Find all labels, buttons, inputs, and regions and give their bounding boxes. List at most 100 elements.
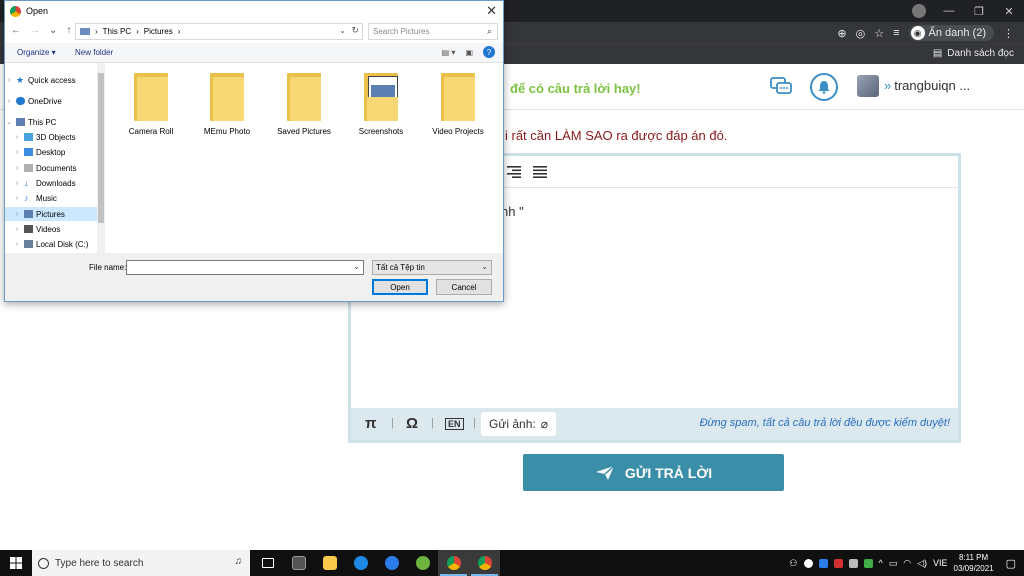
- slogan: để có câu trả lời hay!: [510, 81, 641, 96]
- submit-answer-button[interactable]: GỬI TRẢ LỜI: [523, 454, 784, 491]
- window-controls: — ❐ ✕: [934, 0, 1024, 22]
- justify-icon[interactable]: [533, 166, 547, 178]
- breadcrumb-pictures[interactable]: Pictures: [144, 27, 173, 36]
- cancel-button[interactable]: Cancel: [436, 279, 492, 295]
- user-menu[interactable]: » trangbuiqn ...: [884, 78, 970, 93]
- open-button[interactable]: Open: [372, 279, 428, 295]
- microphone-icon[interactable]: ♫: [235, 556, 243, 567]
- messenger-icon[interactable]: [803, 558, 813, 568]
- pc-icon: [16, 118, 25, 126]
- profile-button[interactable]: ◉ Ẩn danh (2): [908, 25, 994, 41]
- minimize-button[interactable]: —: [934, 0, 964, 22]
- editor-content[interactable]: nh ": [501, 204, 524, 219]
- volume-icon[interactable]: ◁): [917, 558, 927, 569]
- tree-item-local-disk[interactable]: › Local Disk (C:): [5, 237, 97, 251]
- chevron-down-icon[interactable]: ⌄: [353, 262, 360, 271]
- refresh-icon[interactable]: ↻: [351, 25, 359, 36]
- edge-icon[interactable]: [345, 550, 376, 576]
- filetype-select[interactable]: Tất cả Tệp tin ⌄: [372, 260, 492, 275]
- menu-kebab-icon[interactable]: ⋮: [1003, 27, 1014, 40]
- disk-icon: [24, 240, 33, 248]
- close-window-button[interactable]: ✕: [994, 0, 1024, 22]
- tree-item-pictures[interactable]: › Pictures: [5, 207, 97, 221]
- file-list: Camera Roll MEmu Photo Saved Pictures Sc…: [105, 63, 503, 253]
- tree-item-desktop[interactable]: › Desktop: [5, 145, 97, 159]
- chrome-icon[interactable]: [438, 550, 469, 576]
- separator: |: [473, 417, 476, 429]
- pictures-icon: [24, 210, 33, 218]
- avatar[interactable]: [857, 75, 879, 97]
- up-arrow-icon[interactable]: ↑: [66, 25, 71, 36]
- maximize-button[interactable]: ❐: [964, 0, 994, 22]
- tray-green-icon[interactable]: [863, 558, 873, 568]
- address-bar[interactable]: › This PC › Pictures › ⌄ ↻: [75, 23, 363, 40]
- pi-symbol-button[interactable]: π: [365, 415, 376, 432]
- tree-item-music[interactable]: › ♪ Music: [5, 191, 97, 205]
- organize-button[interactable]: Organize ▾: [17, 48, 56, 57]
- folder-screenshots[interactable]: Screenshots: [343, 73, 419, 136]
- people-icon[interactable]: ⚇: [789, 558, 797, 569]
- chat-icon[interactable]: [770, 77, 792, 97]
- paperclip-icon: ⌀: [540, 417, 548, 431]
- attach-image-button[interactable]: Gửi ảnh: ⌀: [481, 412, 556, 436]
- chevron-down-icon[interactable]: ⌄: [339, 26, 346, 35]
- forward-arrow-icon[interactable]: →: [30, 25, 40, 36]
- star-icon[interactable]: ☆: [874, 27, 884, 40]
- clock[interactable]: 8:11 PM 03/09/2021: [954, 552, 994, 574]
- tree-item-quick-access[interactable]: › ★ Quick access: [5, 73, 97, 87]
- folder-memu-photo[interactable]: MEmu Photo: [189, 73, 265, 136]
- breadcrumb-this-pc[interactable]: This PC: [103, 27, 131, 36]
- omega-symbol-button[interactable]: Ω: [406, 415, 418, 432]
- dialog-commandbar: Organize ▾ New folder ▤ ▾ ▣ ?: [5, 43, 503, 63]
- tree-item-videos[interactable]: › Videos: [5, 222, 97, 236]
- tree-item-downloads[interactable]: › ↓ Downloads: [5, 176, 97, 190]
- windows-start-icon[interactable]: [0, 550, 32, 576]
- zalo-icon[interactable]: [376, 550, 407, 576]
- help-icon[interactable]: ?: [483, 46, 495, 58]
- separator: |: [431, 417, 434, 429]
- close-icon[interactable]: ✕: [486, 3, 497, 19]
- preview-pane-icon[interactable]: ▣: [465, 48, 473, 57]
- tree-item-this-pc[interactable]: ⌄ This PC: [5, 115, 97, 129]
- eye-off-icon[interactable]: ◎: [856, 27, 866, 40]
- folder-video-projects[interactable]: Video Projects: [420, 73, 496, 136]
- folder-saved-pictures[interactable]: Saved Pictures: [266, 73, 342, 136]
- view-options-icon[interactable]: ▤ ▾: [442, 48, 456, 57]
- reading-list-button[interactable]: ▤ Danh sách đọc: [933, 48, 1014, 59]
- recent-chevron-icon[interactable]: ⌄: [49, 25, 57, 36]
- shield-icon[interactable]: [848, 558, 858, 568]
- tab-indicator: [912, 4, 926, 18]
- align-right-icon[interactable]: [507, 166, 521, 178]
- folder-camera-roll[interactable]: Camera Roll: [113, 73, 189, 136]
- filename-input[interactable]: ⌄: [126, 260, 364, 275]
- spam-warning: Đừng spam, tất cả câu trả lời đều được k…: [699, 417, 950, 429]
- new-folder-button[interactable]: New folder: [75, 48, 113, 57]
- language-en-button[interactable]: EN: [445, 418, 464, 430]
- star-icon: ★: [16, 75, 25, 85]
- navigation-pane: › ★ Quick access › OneDrive ⌄ This PC › …: [5, 63, 105, 253]
- notification-center-icon[interactable]: ▢: [1006, 557, 1016, 570]
- tray-app-icon[interactable]: [818, 558, 828, 568]
- file-explorer-icon[interactable]: [314, 550, 345, 576]
- chrome-incognito-icon[interactable]: [469, 550, 500, 576]
- battery-icon[interactable]: ▭: [889, 558, 898, 569]
- back-arrow-icon[interactable]: ←: [11, 25, 21, 36]
- task-view-icon[interactable]: [252, 550, 283, 576]
- reading-queue-icon[interactable]: ≡: [893, 27, 899, 39]
- taskbar-search-input[interactable]: Type here to search ♫: [32, 550, 250, 576]
- folder-with-image-icon: [364, 73, 398, 121]
- notification-bell-icon[interactable]: [810, 73, 838, 101]
- wifi-icon[interactable]: ◠: [903, 558, 911, 569]
- search-input[interactable]: Search Pictures ⌕: [368, 23, 498, 40]
- tree-item-3d-objects[interactable]: › 3D Objects: [5, 130, 97, 144]
- tree-scrollbar[interactable]: [97, 63, 105, 253]
- tree-item-documents[interactable]: › Documents: [5, 161, 97, 175]
- download-icon: ↓: [24, 178, 29, 188]
- chevron-up-icon[interactable]: ^: [879, 558, 883, 568]
- tree-item-onedrive[interactable]: › OneDrive: [5, 94, 97, 108]
- calculator-icon[interactable]: [283, 550, 314, 576]
- antivirus-icon[interactable]: [833, 558, 843, 568]
- zoom-icon[interactable]: ⊕: [837, 27, 846, 40]
- app-green-icon[interactable]: [407, 550, 438, 576]
- language-indicator[interactable]: VIE: [933, 558, 948, 568]
